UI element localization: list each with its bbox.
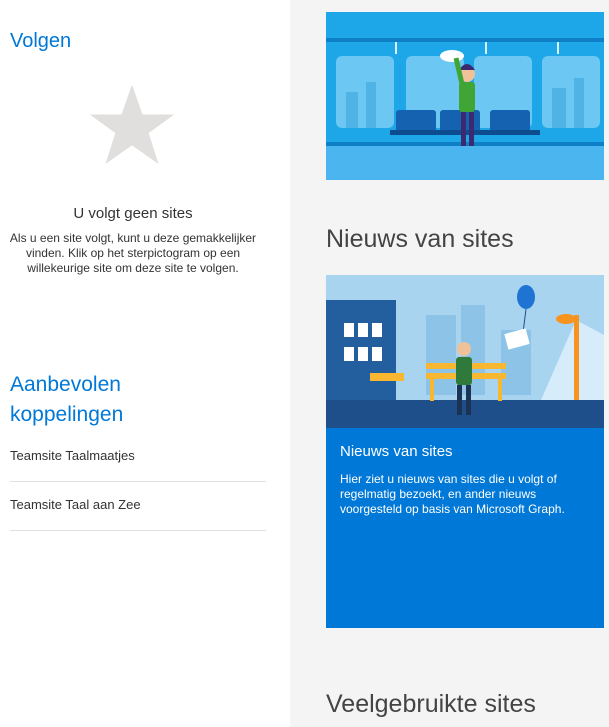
star-icon [89,84,175,164]
news-illustration-image [326,275,604,428]
news-card-description: Hier ziet u nieuws van sites die u volgt… [340,472,565,516]
news-card[interactable]: Nieuws van sites Hier ziet u nieuws van … [326,275,604,628]
news-card-title: Nieuws van sites [340,443,453,460]
frequent-sites-title: Veelgebruikte sites [326,690,536,718]
recommended-links-heading: Aanbevolen koppelingen [10,373,124,426]
follow-heading: Volgen [10,30,72,52]
recommended-links-list: Teamsite Taalmaatjes Teamsite Taal aan Z… [10,433,266,531]
recommended-link-taal-aan-zee[interactable]: Teamsite Taal aan Zee [10,482,266,531]
train-illustration-image [326,12,604,180]
train-illustration [326,12,604,180]
left-panel: Volgen U volgt geen sites Als u een site… [0,0,290,727]
recommended-link-taalmaatjes[interactable]: Teamsite Taalmaatjes [10,433,266,482]
empty-follow-title: U volgt geen sites [73,205,193,222]
empty-follow-description: Als u een site volgt, kunt u deze gemakk… [9,231,257,275]
news-section-title: Nieuws van sites [326,225,514,253]
